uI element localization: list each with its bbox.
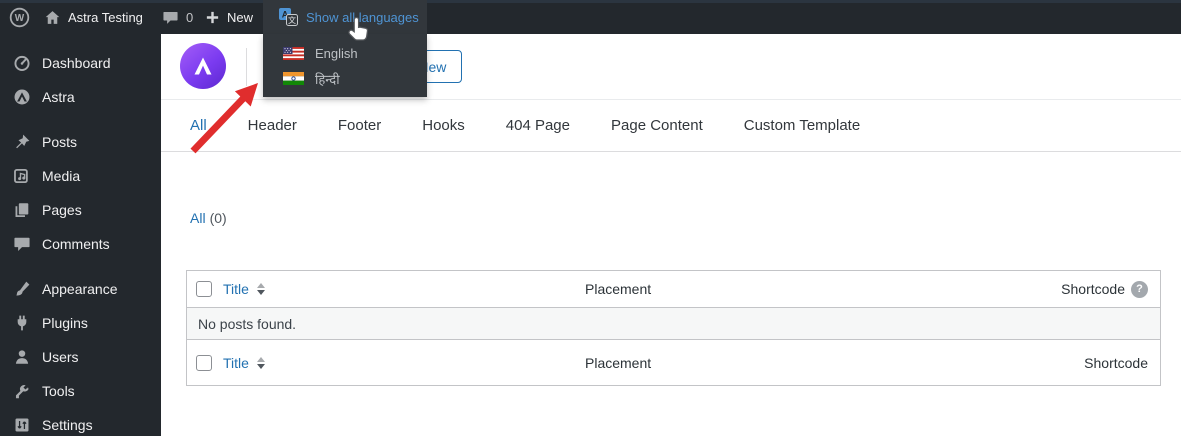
table-footer-row: Title Placement Shortcode [187,339,1160,385]
title-column-label: Title [223,354,249,371]
pushpin-icon [16,134,30,149]
site-name-menu[interactable]: Astra Testing [44,0,143,34]
tab-all[interactable]: All [190,117,207,134]
tab-footer[interactable]: Footer [338,117,381,134]
dashboard-icon [14,55,30,71]
sidebar-item-tools[interactable]: Tools [0,374,161,408]
sidebar-item-settings[interactable]: Settings [0,408,161,436]
language-option-label: English [315,46,358,61]
sidebar-item-comments[interactable]: Comments [0,227,161,261]
admin-bar: W Astra Testing 0 New A 文 Show all langu… [0,0,1181,34]
india-flag-icon [283,72,304,85]
header-divider [246,48,247,86]
sidebar-item-label: Settings [42,417,93,433]
language-option-english[interactable]: English [263,41,427,66]
astra-icon [14,89,30,105]
sidebar-item-astra[interactable]: Astra [0,80,161,114]
custom-layout-tabs: All Header Footer Hooks 404 Page Page Co… [161,100,1181,152]
filter-links: All (0) [190,210,227,226]
home-icon [44,9,61,26]
sidebar-item-media[interactable]: Media [0,159,161,193]
new-menu-label: New [227,9,254,25]
language-switcher-label: Show all languages [306,9,419,25]
sidebar-item-label: Tools [42,383,75,399]
sidebar-item-dashboard[interactable]: Dashboard [0,46,161,80]
comment-icon [14,237,30,252]
astra-logo [180,43,226,89]
language-dropdown: English हिन्दी [263,34,427,97]
comments-count: 0 [186,9,194,25]
sidebar-item-label: Media [42,168,81,184]
language-option-label: हिन्दी [315,71,340,87]
sort-icon [256,283,265,295]
sidebar-item-users[interactable]: Users [0,340,161,374]
sidebar-item-posts[interactable]: Posts [0,125,161,159]
filter-all-link[interactable]: All [190,210,206,226]
title-column-sort[interactable]: Title [223,281,585,297]
sidebar-item-label: Plugins [42,315,88,331]
tab-custom-template[interactable]: Custom Template [744,117,860,134]
sidebar-item-label: Pages [42,202,82,218]
new-content-menu[interactable]: New [205,0,253,34]
sidebar-item-pages[interactable]: Pages [0,193,161,227]
filter-all-count: (0) [209,210,227,226]
tab-page-content[interactable]: Page Content [611,117,703,134]
plus-icon [205,10,220,25]
brush-icon [16,281,30,296]
tab-hooks[interactable]: Hooks [422,117,465,134]
sidebar-item-label: Dashboard [42,55,111,71]
media-icon [14,168,28,184]
sidebar-item-label: Comments [42,236,110,252]
language-switcher-menu[interactable]: A 文 Show all languages [263,0,427,34]
wrench-icon [15,385,29,399]
tab-header[interactable]: Header [248,117,297,134]
sidebar-item-label: Appearance [42,281,118,297]
admin-sidebar: Dashboard Astra Posts Media Pages Commen… [0,34,161,436]
language-option-hindi[interactable]: हिन्दी [263,66,427,91]
shortcode-column-label: Shortcode [1084,354,1148,371]
empty-message: No posts found. [198,315,297,332]
sidebar-item-plugins[interactable]: Plugins [0,306,161,340]
custom-layouts-table: Title Placement Shortcode No posts found… [186,270,1161,386]
svg-text:W: W [15,13,25,24]
shortcode-column-header: Shortcode [1061,280,1160,298]
settings-icon [15,418,29,432]
wordpress-logo-menu[interactable]: W [9,0,30,34]
us-flag-icon [283,47,304,60]
title-column-sort-bottom[interactable]: Title [223,355,585,371]
sidebar-item-label: Posts [42,134,78,150]
wordpress-logo-icon: W [9,7,30,28]
tab-404-page[interactable]: 404 Page [506,117,570,134]
translate-icon: A 文 [278,7,298,27]
title-column-label: Title [223,281,249,297]
user-icon [15,350,29,364]
help-icon[interactable] [1131,280,1148,298]
empty-row: No posts found. [187,308,1160,339]
shortcode-column-label: Shortcode [1061,281,1125,297]
sidebar-item-label: Astra [42,89,75,105]
select-all-checkbox-bottom[interactable] [196,354,212,371]
sidebar-item-appearance[interactable]: Appearance [0,272,161,306]
placement-column-header: Placement [585,281,652,297]
sort-icon [256,356,265,369]
sidebar-item-label: Users [42,349,79,365]
placement-column-footer: Placement [585,354,652,371]
table-header-row: Title Placement Shortcode [187,271,1160,308]
select-all-checkbox[interactable] [196,281,212,297]
svg-text:文: 文 [288,15,296,25]
comments-menu[interactable]: 0 [162,0,193,34]
comment-bubble-icon [162,9,179,26]
site-name-label: Astra Testing [68,9,143,25]
pages-icon [15,203,29,218]
plug-icon [17,315,27,331]
shortcode-column-footer: Shortcode [1084,355,1160,371]
